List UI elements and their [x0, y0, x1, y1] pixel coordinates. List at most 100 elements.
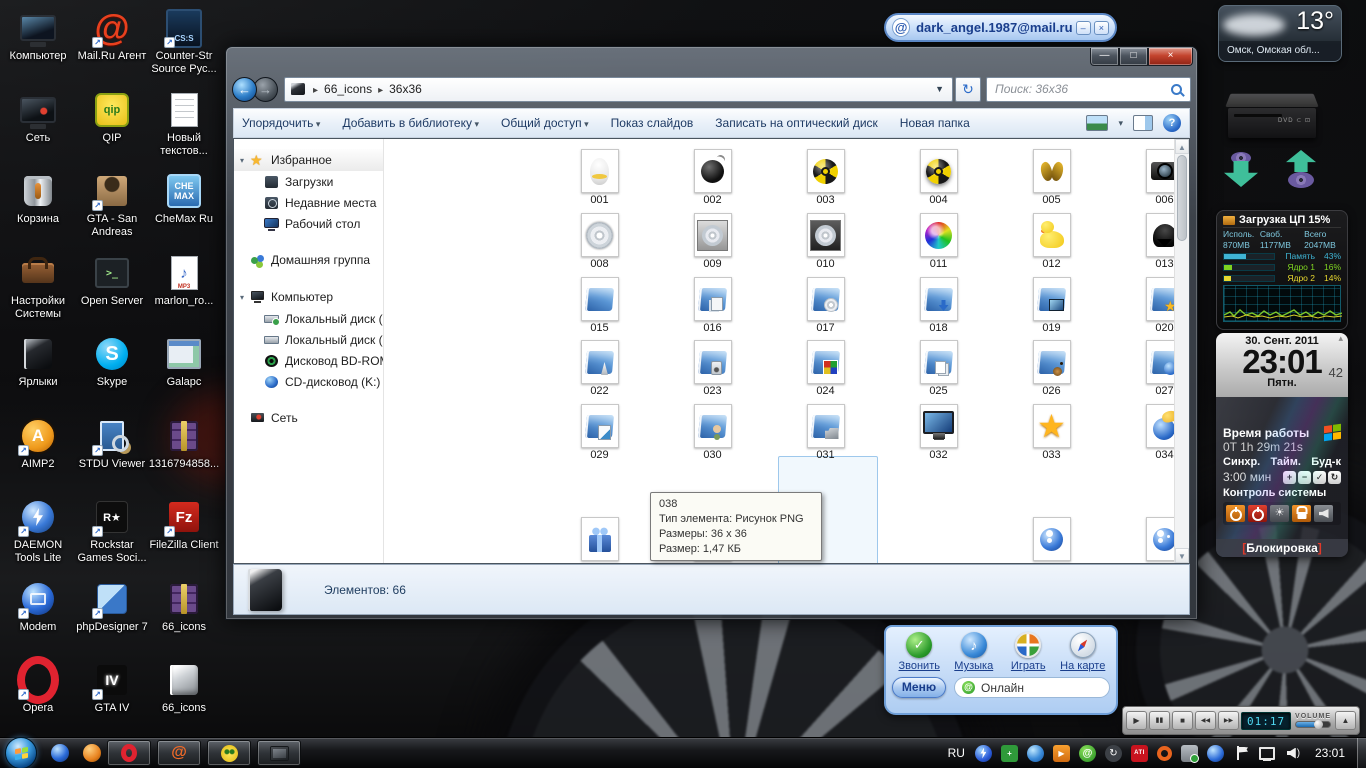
start-button[interactable] — [5, 737, 37, 768]
mailru-agent-titlebar[interactable]: @ dark_angel.1987@mail.ru – × — [884, 13, 1117, 42]
minimize-button[interactable]: — — [1090, 48, 1119, 66]
guard-icon[interactable] — [1001, 745, 1018, 762]
desktop-icon-rockstar-icon[interactable]: ↗Rockstar Games Soci... — [76, 497, 148, 564]
file-item-016[interactable]: 016 — [656, 277, 769, 334]
file-item-004[interactable]: 004 — [882, 149, 995, 206]
maximize-button[interactable]: □ — [1119, 48, 1148, 66]
origin-icon[interactable] — [1157, 746, 1172, 761]
taskbar-button-agent[interactable]: @ — [157, 740, 201, 766]
desktop-icon-text-document-icon[interactable]: Новый текстов... — [148, 90, 220, 157]
vertical-scrollbar[interactable]: ▲ ▼ — [1174, 139, 1189, 563]
desktop-icon-phpdesigner-icon[interactable]: ↗phpDesigner 7 — [76, 579, 148, 634]
file-item-019[interactable]: 019 — [995, 277, 1108, 334]
alarm-button[interactable]: − — [1298, 471, 1311, 484]
pause-button[interactable]: ▮▮ — [1149, 711, 1170, 730]
player-icon[interactable] — [1053, 745, 1070, 762]
sidebar-item-downloads[interactable]: Загрузки — [234, 171, 383, 192]
sphere-icon[interactable] — [1207, 745, 1224, 762]
file-item-001[interactable]: 001 — [543, 149, 656, 206]
desktop-icon-cs-source-icon[interactable]: ↗Counter-Str Source Рус... — [148, 8, 220, 75]
volume-slider[interactable] — [1295, 721, 1331, 728]
shutdown-button[interactable] — [1248, 505, 1267, 522]
agent-icon[interactable] — [1079, 745, 1096, 762]
file-item-013[interactable]: 013 — [1108, 213, 1174, 270]
mailru-close-button[interactable]: × — [1094, 21, 1109, 35]
file-item-034[interactable]: 034 — [1108, 404, 1174, 461]
desktop-icon-gta4-icon[interactable]: ↗GTA IV — [76, 660, 148, 715]
desktop-icon-gta-sa-icon[interactable]: ↗GTA - San Andreas — [76, 171, 148, 238]
volume-knob[interactable] — [1314, 720, 1323, 729]
file-item-033[interactable]: 033 — [995, 404, 1108, 461]
sync-icon[interactable] — [1105, 745, 1122, 762]
desktop-icon-daemon-tools-icon[interactable]: ↗DAEMON Tools Lite — [2, 497, 74, 564]
toolbar-Общий доступ[interactable]: Общий доступ — [501, 116, 589, 130]
desktop-icon-mp3-file-icon[interactable]: marlon_ro... — [148, 253, 220, 308]
file-item-012[interactable]: 012 — [995, 213, 1108, 270]
daemon-tools-icon[interactable] — [975, 745, 992, 762]
toolbar-Записать на оптический диск[interactable]: Записать на оптический диск — [715, 116, 878, 130]
scroll-up-arrow[interactable]: ▲ — [1175, 139, 1189, 154]
views-dropdown-icon[interactable]: ▾ — [1118, 118, 1123, 129]
expand-triangle-icon[interactable]: ▾ — [240, 293, 250, 302]
stop-button[interactable]: ■ — [1172, 711, 1193, 730]
refresh-button[interactable]: ↻ — [955, 77, 981, 102]
agent-status-field[interactable]: @ Онлайн — [954, 677, 1110, 698]
close-button[interactable]: × — [1148, 48, 1193, 66]
sidebar-item-desktop[interactable]: Рабочий стол — [234, 213, 383, 234]
desktop-icon-rar-archive-icon[interactable]: 66_icons — [148, 579, 220, 634]
file-item-008[interactable]: 008 — [543, 213, 656, 270]
agent-menu-button[interactable]: Меню — [892, 677, 946, 698]
desktop-icon-qip-icon[interactable]: QIP — [76, 90, 148, 145]
file-item-029[interactable]: 029 — [543, 404, 656, 461]
sidebar-item-network[interactable]: Сеть — [234, 407, 383, 429]
desktop-icon-opera-icon[interactable]: ↗Opera — [2, 660, 74, 715]
power-button[interactable] — [1226, 505, 1245, 522]
lan-icon[interactable] — [1259, 745, 1276, 762]
file-item-011[interactable]: 011 — [882, 213, 995, 270]
desktop-icon-network-icon[interactable]: Сеть — [2, 90, 74, 145]
sidebar-item-disk-c[interactable]: Локальный диск (C — [234, 308, 383, 329]
desktop-icon-stdu-viewer-icon[interactable]: ↗STDU Viewer — [76, 416, 148, 471]
file-item-027[interactable]: 027 — [1108, 340, 1174, 397]
agent-action-music[interactable]: Музыка — [947, 632, 1002, 672]
desktop-icon-winrar-file-icon[interactable]: 1316794858... — [148, 416, 220, 471]
file-item-020[interactable]: 020 — [1108, 277, 1174, 334]
desktop-icon-filezilla-icon[interactable]: ↗FileZilla Client — [148, 497, 220, 552]
desktop-icon-chemax-icon[interactable]: CheMax Ru — [148, 171, 220, 226]
taskbar-clock[interactable]: 23:01 — [1315, 746, 1345, 760]
file-item-006[interactable]: 006 — [1108, 149, 1174, 206]
address-field[interactable]: 66_icons 36x36 ▼ — [284, 77, 953, 102]
slideshow-view-icon[interactable] — [1086, 115, 1108, 131]
file-item-003[interactable]: 003 — [769, 149, 882, 206]
quicklaunch-aimp-icon[interactable] — [83, 744, 101, 762]
eject-disc-icon[interactable] — [1286, 150, 1316, 188]
alarm-button[interactable]: ↻ — [1328, 471, 1341, 484]
agent-action-call[interactable]: Звонить — [892, 632, 947, 672]
clock-gadget[interactable]: ▴ 30. Сент. 2011 23:01 42 Пятн. Время ра… — [1216, 333, 1348, 557]
sidebar-item-computer[interactable]: ▾Компьютер — [234, 286, 383, 308]
file-item-039[interactable]: 039 — [882, 517, 995, 563]
file-item-018[interactable]: 018 — [882, 277, 995, 334]
sync-tab[interactable]: Тайм. — [1270, 456, 1301, 468]
desktop-icon-aimp-icon[interactable]: ↗AIMP2 — [2, 416, 74, 471]
restart-icon[interactable]: ☀ — [1270, 505, 1289, 522]
collapse-chevron-icon[interactable]: ▴ — [1338, 333, 1343, 344]
file-item-040[interactable]: 040 — [995, 517, 1108, 563]
quicklaunch-modem-icon[interactable] — [51, 744, 69, 762]
file-item-023[interactable]: 023 — [656, 340, 769, 397]
lock-status[interactable]: [Блокировка] — [1216, 539, 1348, 557]
desktop-icon-galapc-icon[interactable]: Galapc — [148, 334, 220, 389]
file-item-036[interactable]: 036 — [543, 517, 656, 563]
sidebar-item-disk-d[interactable]: Локальный диск (D — [234, 329, 383, 350]
desktop-icon-mailru-agent-icon[interactable]: ↗Mail.Ru Агент — [76, 8, 148, 63]
file-item-041[interactable]: 041 — [1108, 517, 1174, 563]
desktop-icon-recycle-bin-icon[interactable]: Корзина — [2, 171, 74, 226]
address-dropdown-icon[interactable]: ▼ — [931, 84, 948, 94]
ati-icon[interactable]: ATI — [1131, 745, 1148, 762]
expand-triangle-icon[interactable]: ▾ — [240, 156, 250, 165]
file-item-030[interactable]: 030 — [656, 404, 769, 461]
help-icon[interactable]: ? — [1163, 114, 1181, 132]
toolbar-Упорядочить[interactable]: Упорядочить — [242, 116, 320, 130]
scrollbar-thumb[interactable] — [1177, 155, 1187, 241]
file-item-022[interactable]: 022 — [543, 340, 656, 397]
